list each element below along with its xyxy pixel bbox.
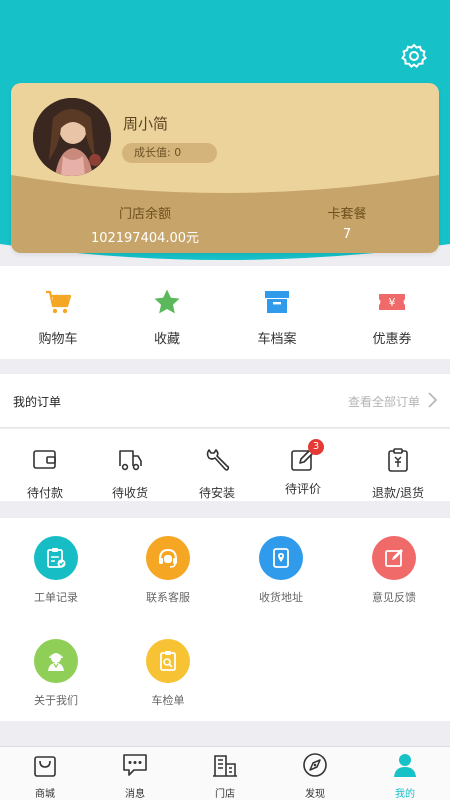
store-balance-label: 门店余额	[118, 207, 171, 222]
about-icon-circle	[34, 639, 78, 683]
favorites-label: 收藏	[153, 332, 180, 347]
order-status-row: 待付款 待收货 待安装 3 待评价 退款/退货	[0, 429, 450, 501]
order-pending-receipt[interactable]: 待收货	[85, 447, 175, 501]
order-pending-review-label: 待评价	[284, 482, 321, 496]
message-icon	[123, 754, 147, 776]
chevron-right-icon	[428, 392, 438, 408]
work-order-records-label: 工单记录	[34, 591, 78, 604]
wrench-icon	[206, 449, 230, 471]
member-card: 周小简 成长值: 0 门店余额 102197404.00元 卡套餐 7	[11, 83, 439, 253]
card-package-label: 卡套餐	[327, 207, 367, 222]
tab-discover[interactable]: 发现	[270, 752, 360, 800]
archive-box-icon	[265, 291, 289, 313]
work-order-records[interactable]: 工单记录	[0, 536, 112, 605]
shopping-bag-icon	[34, 756, 56, 777]
my-orders-header[interactable]: 我的订单 查看全部订单	[0, 374, 450, 428]
order-refund-return-label: 退款/退货	[371, 486, 425, 500]
tab-messages[interactable]: 消息	[90, 752, 180, 800]
support-icon-circle	[146, 536, 190, 580]
discover-icon	[303, 753, 327, 777]
tab-store-label: 门店	[215, 789, 235, 800]
order-pending-payment-label: 待付款	[26, 486, 63, 500]
cart-button[interactable]: 购物车	[2, 288, 114, 347]
growth-value: 0	[174, 146, 182, 159]
card-curve	[11, 175, 439, 205]
username: 周小简	[123, 115, 169, 133]
headset-icon	[159, 548, 177, 568]
tab-mine[interactable]: 我的	[360, 752, 450, 800]
order-refund-return[interactable]: 退款/退货	[353, 447, 443, 501]
shipping-address-label: 收货地址	[259, 591, 303, 604]
store-icon	[213, 755, 237, 777]
coupon-button[interactable]: ¥ 优惠券	[336, 288, 448, 347]
store-balance-stat[interactable]: 门店余额 102197404.00元	[60, 203, 230, 246]
about-us-label: 关于我们	[34, 694, 78, 707]
order-pending-receipt-label: 待收货	[111, 486, 148, 500]
tab-mall-label: 商城	[35, 789, 55, 800]
inspection-icon-circle	[146, 639, 190, 683]
star-icon	[154, 289, 180, 314]
profile-icon	[394, 754, 416, 777]
vehicle-archive-label: 车档案	[257, 332, 297, 347]
feedback-label: 意见反馈	[372, 591, 416, 604]
tab-mine-label: 我的	[395, 789, 415, 800]
avatar[interactable]	[33, 98, 111, 176]
order-pending-install-label: 待安装	[198, 486, 235, 500]
contact-support-label: 联系客服	[146, 591, 190, 604]
contact-support[interactable]: 联系客服	[112, 536, 224, 605]
vehicle-archive-button[interactable]: 车档案	[221, 288, 333, 347]
bottom-tab-bar: 商城 消息 门店 发现 我的	[0, 746, 450, 800]
shipping-address[interactable]: 收货地址	[225, 536, 337, 605]
address-icon-circle	[259, 536, 303, 580]
growth-value-pill: 成长值: 0	[122, 143, 217, 163]
quick-actions: 购物车 收藏 车档案 ¥ 优惠券	[0, 266, 450, 359]
coupon-icon: ¥	[379, 294, 405, 310]
cart-icon	[46, 290, 72, 314]
store-balance-value: 102197404.00元	[90, 231, 200, 246]
tab-store[interactable]: 门店	[180, 752, 270, 800]
coupon-label: 优惠券	[372, 332, 412, 347]
wallet-icon	[33, 450, 56, 469]
tab-messages-label: 消息	[125, 789, 145, 800]
vehicle-inspection[interactable]: 车检单	[112, 639, 224, 708]
about-us[interactable]: 关于我们	[0, 639, 112, 708]
my-orders-title: 我的订单	[13, 395, 62, 409]
services-grid: 工单记录 联系客服 收货地址 意见反馈 关于我们 车检单	[0, 518, 450, 721]
svg-text:¥: ¥	[389, 296, 396, 309]
order-pending-review[interactable]: 3 待评价	[258, 439, 348, 497]
clipboard-check-icon	[47, 548, 66, 568]
card-package-stat[interactable]: 卡套餐 7	[262, 203, 432, 242]
favorites-button[interactable]: 收藏	[111, 288, 223, 347]
feedback-icon-circle	[372, 536, 416, 580]
person-icon	[48, 653, 64, 671]
tab-mall[interactable]: 商城	[0, 752, 90, 800]
cart-label: 购物车	[38, 332, 78, 347]
truck-icon	[119, 450, 142, 471]
growth-label: 成长值:	[134, 146, 171, 159]
review-count-badge: 3	[308, 439, 324, 455]
view-all-orders-link[interactable]: 查看全部订单	[348, 393, 420, 410]
order-pending-install[interactable]: 待安装	[172, 447, 262, 501]
feedback[interactable]: 意见反馈	[338, 536, 450, 605]
card-package-value: 7	[342, 227, 352, 242]
refund-clipboard-icon	[388, 448, 408, 472]
work-order-icon-circle	[34, 536, 78, 580]
inspection-icon	[160, 651, 176, 671]
settings-gear-icon[interactable]	[400, 42, 428, 70]
tab-discover-label: 发现	[305, 789, 325, 800]
feedback-edit-icon	[385, 549, 403, 567]
address-book-icon	[273, 548, 289, 568]
order-pending-payment[interactable]: 待付款	[0, 447, 90, 501]
vehicle-inspection-label: 车检单	[151, 694, 185, 707]
